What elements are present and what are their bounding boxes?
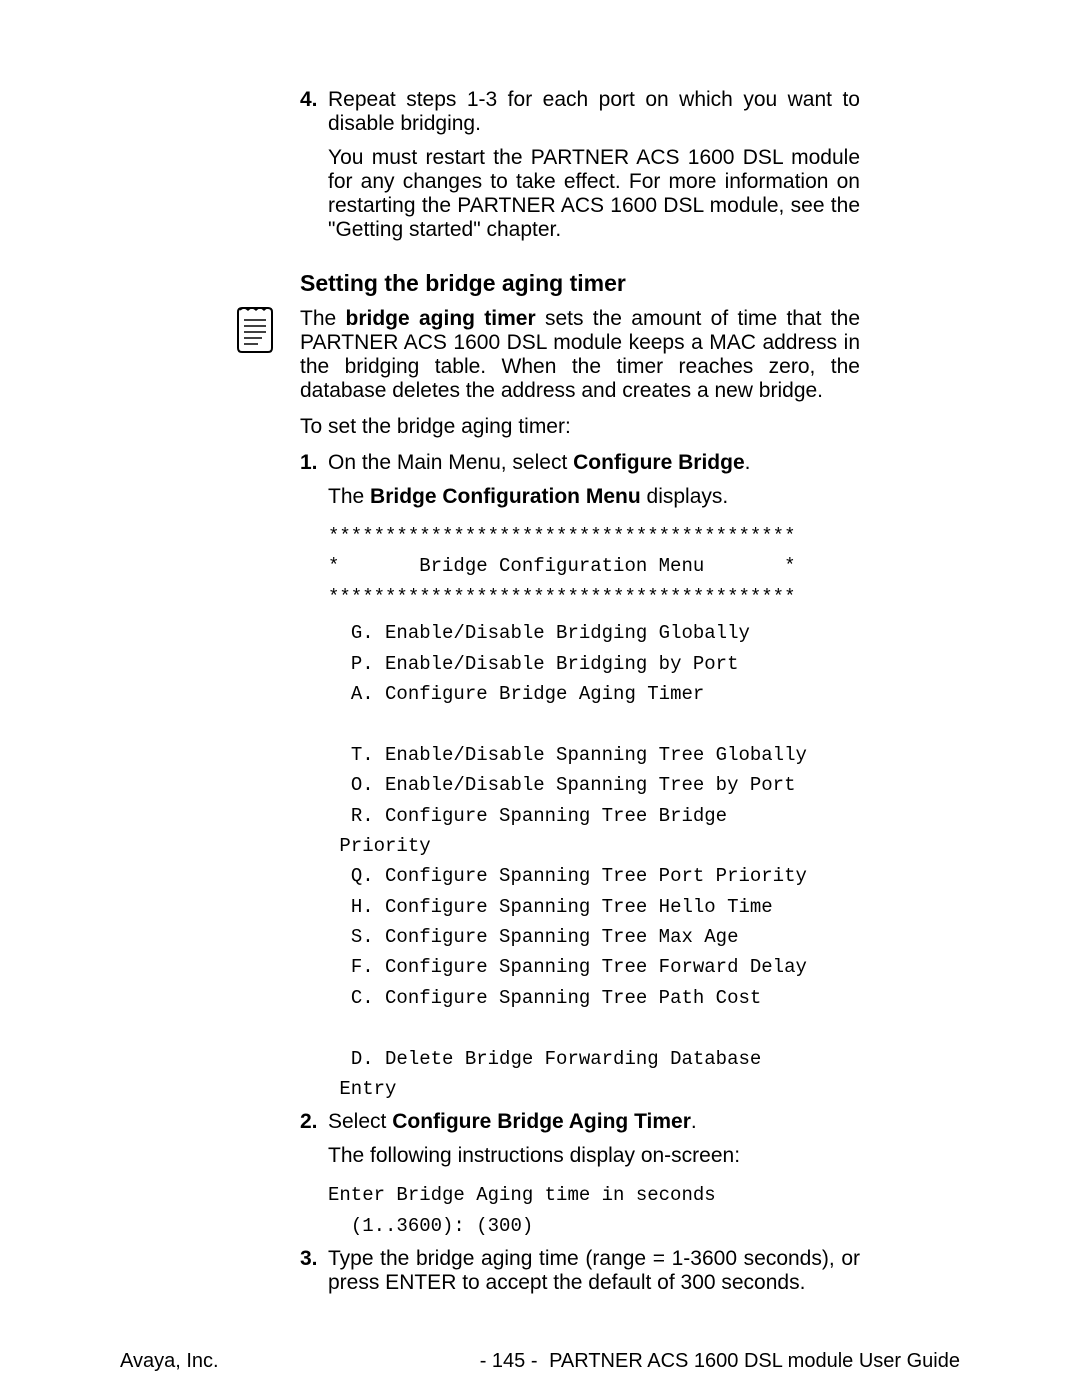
- step-text: Type the bridge aging time (range = 1-36…: [328, 1247, 860, 1295]
- footer-doc-title: PARTNER ACS 1600 DSL module User Guide: [549, 1350, 960, 1372]
- bold-text: bridge aging timer: [346, 307, 536, 330]
- bold-text: Bridge Configuration Menu: [370, 485, 641, 508]
- section-intro: The bridge aging timer sets the amount o…: [300, 307, 860, 403]
- step-number: 3.: [300, 1247, 328, 1295]
- text: On the Main Menu, select: [328, 451, 573, 474]
- step-2-code: Enter Bridge Aging time in seconds (1..3…: [328, 1180, 860, 1241]
- step-3: 3. Type the bridge aging time (range = 1…: [300, 1247, 860, 1295]
- section-heading: Setting the bridge aging timer: [300, 270, 860, 297]
- text: The: [328, 485, 370, 508]
- menu-stars: ****************************************…: [328, 525, 795, 547]
- bold-text: Configure Bridge Aging Timer: [392, 1110, 691, 1133]
- page-content: 4. Repeat steps 1-3 for each port on whi…: [300, 88, 860, 1301]
- footer-right: - 145 - PARTNER ACS 1600 DSL module User…: [480, 1350, 960, 1373]
- page-footer: Avaya, Inc. - 145 - PARTNER ACS 1600 DSL…: [120, 1350, 960, 1373]
- text: The: [300, 307, 346, 330]
- notepad-icon: [228, 302, 282, 356]
- step-4: 4. Repeat steps 1-3 for each port on whi…: [300, 88, 860, 136]
- step-text: On the Main Menu, select Configure Bridg…: [328, 451, 860, 475]
- step-text: Select Configure Bridge Aging Timer.: [328, 1110, 860, 1134]
- footer-company: Avaya, Inc.: [120, 1350, 219, 1373]
- step-1: 1. On the Main Menu, select Configure Br…: [300, 451, 860, 475]
- menu-title-block: ****************************************…: [328, 521, 860, 612]
- step-number: 2.: [300, 1110, 328, 1134]
- step-text: Repeat steps 1-3 for each port on which …: [328, 88, 860, 136]
- section-lead: To set the bridge aging timer:: [300, 415, 860, 439]
- punct: .: [745, 451, 751, 474]
- step-number: 4.: [300, 88, 328, 136]
- step-number: 1.: [300, 451, 328, 475]
- footer-page-number: - 145 -: [480, 1350, 538, 1372]
- text: displays.: [641, 485, 729, 508]
- menu-title: * Bridge Configuration Menu *: [328, 555, 795, 577]
- bold-text: Configure Bridge: [573, 451, 745, 474]
- step-4-note: You must restart the PARTNER ACS 1600 DS…: [328, 146, 860, 242]
- step-1-result: The Bridge Configuration Menu displays.: [328, 485, 860, 509]
- menu-stars: ****************************************…: [328, 586, 795, 608]
- menu-items: G. Enable/Disable Bridging Globally P. E…: [328, 618, 860, 1104]
- punct: .: [691, 1110, 697, 1133]
- text: Select: [328, 1110, 392, 1133]
- step-2-result: The following instructions display on-sc…: [328, 1144, 860, 1168]
- step-2: 2. Select Configure Bridge Aging Timer.: [300, 1110, 860, 1134]
